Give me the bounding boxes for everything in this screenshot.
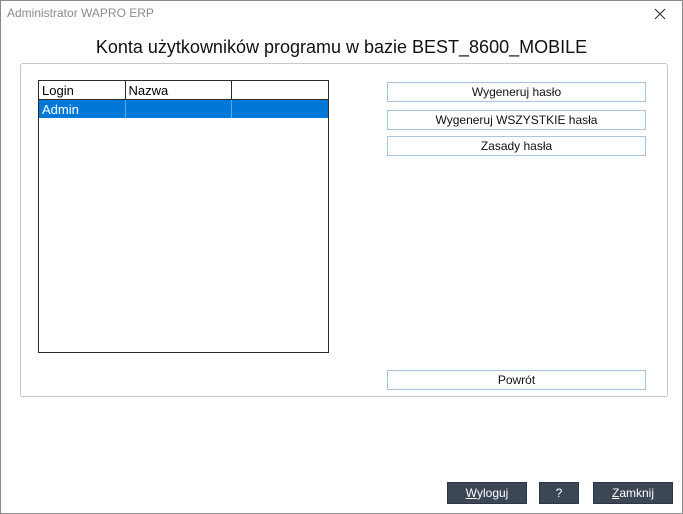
page-title: Konta użytkowników programu w bazie BEST… [95,37,588,57]
column-header-nazwa[interactable]: Nazwa [125,81,232,100]
close-label: amknij [619,486,655,500]
generate-password-button[interactable]: Wygeneruj hasło [387,82,646,102]
close-accelerator: Z [611,486,620,500]
help-button[interactable]: ? [539,482,579,504]
accounts-panel: Login Nazwa Admin Wygeneruj hasło Wygene… [20,63,668,397]
generate-all-passwords-button[interactable]: Wygeneruj WSZYSTKIE hasła [387,110,646,130]
cell-login[interactable]: Admin [39,99,126,118]
back-button[interactable]: Powrót [387,370,646,390]
title-bar: Administrator WAPRO ERP [1,1,682,27]
close-icon[interactable] [638,1,682,27]
dialog-window: Administrator WAPRO ERP Konta użytkownik… [0,0,683,514]
cell-extra[interactable] [231,99,328,118]
logout-label: yloguj [476,486,509,500]
password-rules-button[interactable]: Zasady hasła [387,136,646,156]
column-header-extra[interactable] [231,81,328,100]
grid-header-row: Login Nazwa [39,81,328,100]
logout-accelerator: W [465,486,477,500]
column-header-login[interactable]: Login [39,81,126,100]
table-row[interactable]: Admin [39,99,328,118]
users-grid[interactable]: Login Nazwa Admin [38,80,329,353]
logout-button[interactable]: Wyloguj [447,482,527,504]
cell-nazwa[interactable] [125,99,232,118]
close-button[interactable]: Zamknij [593,482,673,504]
window-title: Administrator WAPRO ERP [7,6,154,20]
